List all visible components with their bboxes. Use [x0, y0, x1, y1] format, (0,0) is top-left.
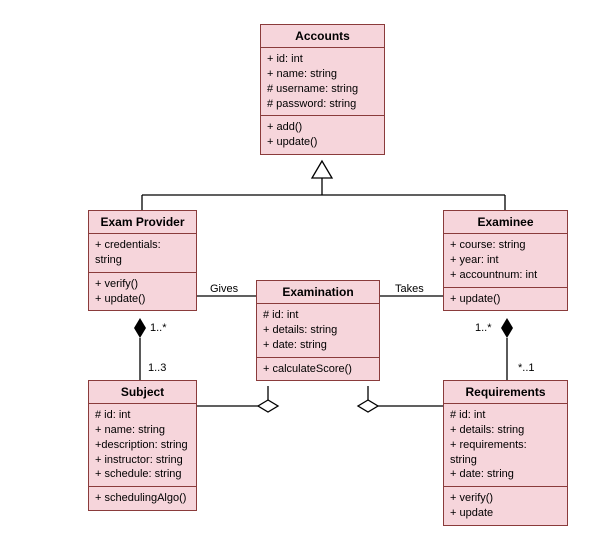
- class-title: Accounts: [261, 25, 384, 48]
- class-operations: + update(): [444, 288, 567, 311]
- label-gives: Gives: [210, 283, 238, 295]
- class-operations: + schedulingAlgo(): [89, 487, 196, 510]
- class-attributes: + course: string + year: int + accountnu…: [444, 234, 567, 288]
- label-takes: Takes: [395, 283, 424, 295]
- mult-1star-left: 1..*: [150, 322, 167, 334]
- mult-1-3: 1..3: [148, 362, 166, 374]
- class-subject: Subject # id: int + name: string +descri…: [88, 380, 197, 511]
- class-attributes: # id: int + details: string + requiremen…: [444, 404, 567, 487]
- class-attributes: + id: int + name: string # username: str…: [261, 48, 384, 116]
- class-operations: + calculateScore(): [257, 358, 379, 381]
- class-title: Exam Provider: [89, 211, 196, 234]
- class-attributes: # id: int + details: string + date: stri…: [257, 304, 379, 358]
- class-attributes: # id: int + name: string +description: s…: [89, 404, 196, 487]
- class-requirements: Requirements # id: int + details: string…: [443, 380, 568, 526]
- mult-1star-right: 1..*: [475, 322, 492, 334]
- class-attributes: + credentials: string: [89, 234, 196, 273]
- class-title: Examination: [257, 281, 379, 304]
- class-title: Subject: [89, 381, 196, 404]
- class-examination: Examination # id: int + details: string …: [256, 280, 380, 381]
- mult-star1: *..1: [518, 362, 535, 374]
- class-exam-provider: Exam Provider + credentials: string + ve…: [88, 210, 197, 311]
- class-examinee: Examinee + course: string + year: int + …: [443, 210, 568, 311]
- class-operations: + add() + update(): [261, 116, 384, 154]
- class-accounts: Accounts + id: int + name: string # user…: [260, 24, 385, 155]
- class-operations: + verify() + update: [444, 487, 567, 525]
- class-operations: + verify() + update(): [89, 273, 196, 311]
- class-title: Requirements: [444, 381, 567, 404]
- class-title: Examinee: [444, 211, 567, 234]
